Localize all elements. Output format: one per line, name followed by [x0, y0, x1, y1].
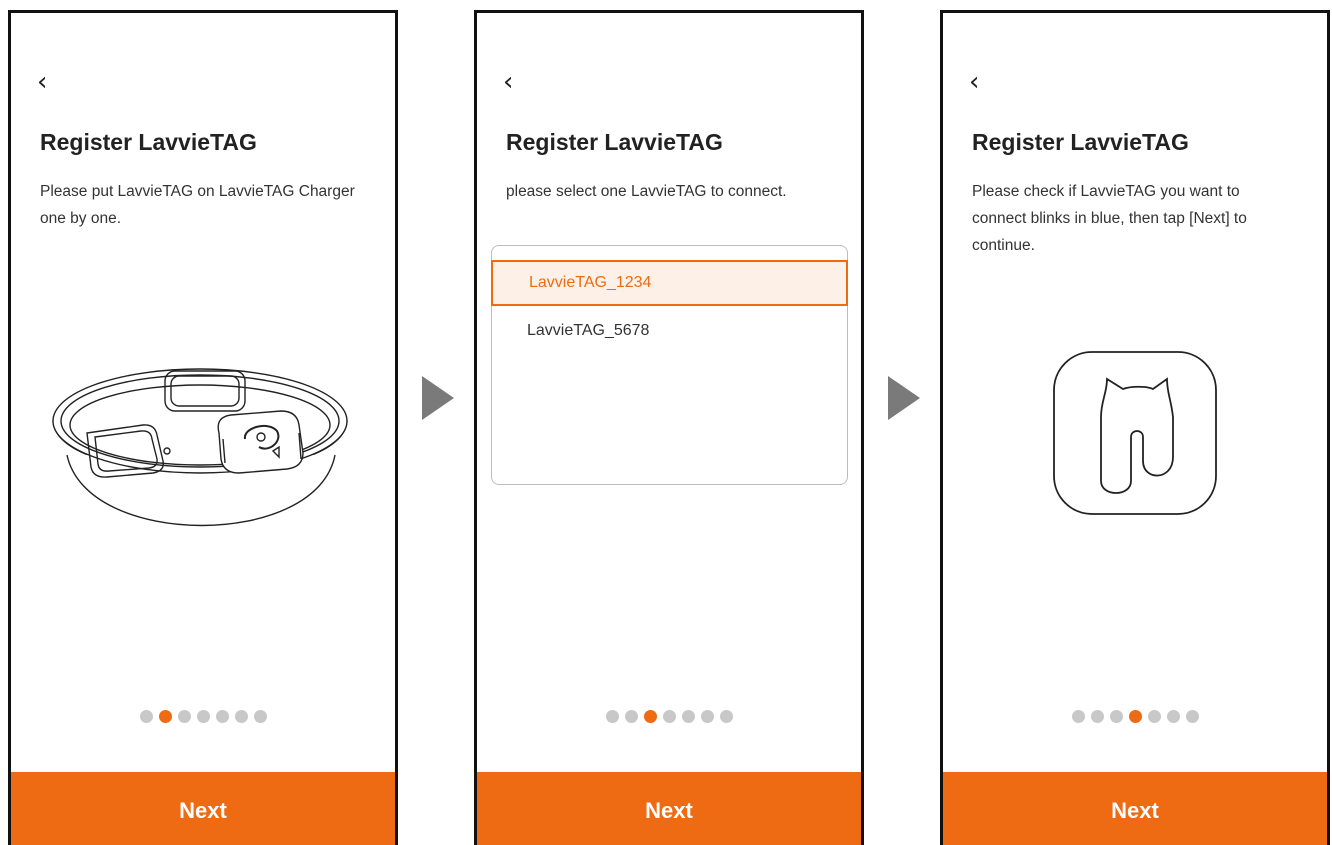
- step-indicator: [11, 710, 395, 723]
- step-dot: [1147, 710, 1161, 723]
- play-triangle-icon: [422, 376, 454, 420]
- register-screen-step-2: ‹ Register LavvieTAG Please put LavvieTA…: [8, 10, 398, 845]
- page-title: Register LavvieTAG: [972, 129, 1189, 155]
- step-dot: [681, 710, 695, 723]
- play-triangle-icon: [888, 376, 920, 420]
- device-list-item[interactable]: LavvieTAG_5678: [491, 308, 848, 354]
- instruction-text: please select one LavvieTAG to connect.: [506, 183, 787, 200]
- next-button[interactable]: Next: [477, 772, 861, 845]
- step-dot-active: [1128, 710, 1142, 723]
- step-dot: [177, 710, 191, 723]
- step-dot: [215, 710, 229, 723]
- step-dot: [700, 710, 714, 723]
- page-title: Register LavvieTAG: [506, 129, 723, 155]
- lavvietag-icon: [1053, 351, 1217, 515]
- step-dot: [719, 710, 733, 723]
- charger-illustration: [52, 368, 348, 527]
- register-screen-step-3: ‹ Register LavvieTAG please select one L…: [474, 10, 864, 845]
- step-dot: [1090, 710, 1104, 723]
- step-dot: [234, 710, 248, 723]
- step-dot-active: [643, 710, 657, 723]
- step-dot: [196, 710, 210, 723]
- step-dot: [1185, 710, 1199, 723]
- step-dot: [662, 710, 676, 723]
- step-dot: [139, 710, 153, 723]
- step-dot: [1109, 710, 1123, 723]
- page-title: Register LavvieTAG: [40, 129, 257, 155]
- back-chevron-icon[interactable]: ‹: [969, 67, 979, 97]
- back-chevron-icon[interactable]: ‹: [503, 67, 513, 97]
- instruction-text: Please put LavvieTAG on LavvieTAG Charge…: [40, 183, 355, 227]
- step-dot-active: [158, 710, 172, 723]
- step-dot: [624, 710, 638, 723]
- onboarding-flow: ‹ Register LavvieTAG Please put LavvieTA…: [0, 0, 1332, 845]
- device-list: LavvieTAG_1234 LavvieTAG_5678: [491, 245, 848, 485]
- instruction-text: Please check if LavvieTAG you want to co…: [972, 183, 1247, 254]
- step-dot: [1071, 710, 1085, 723]
- step-dot: [605, 710, 619, 723]
- register-screen-step-4: ‹ Register LavvieTAG Please check if Lav…: [940, 10, 1330, 845]
- step-indicator: [477, 710, 861, 723]
- next-button[interactable]: Next: [943, 772, 1327, 845]
- next-button[interactable]: Next: [11, 772, 395, 845]
- step-dot: [253, 710, 267, 723]
- back-chevron-icon[interactable]: ‹: [37, 67, 47, 97]
- step-dot: [1166, 710, 1180, 723]
- step-indicator: [943, 710, 1327, 723]
- device-list-item-selected[interactable]: LavvieTAG_1234: [491, 260, 848, 306]
